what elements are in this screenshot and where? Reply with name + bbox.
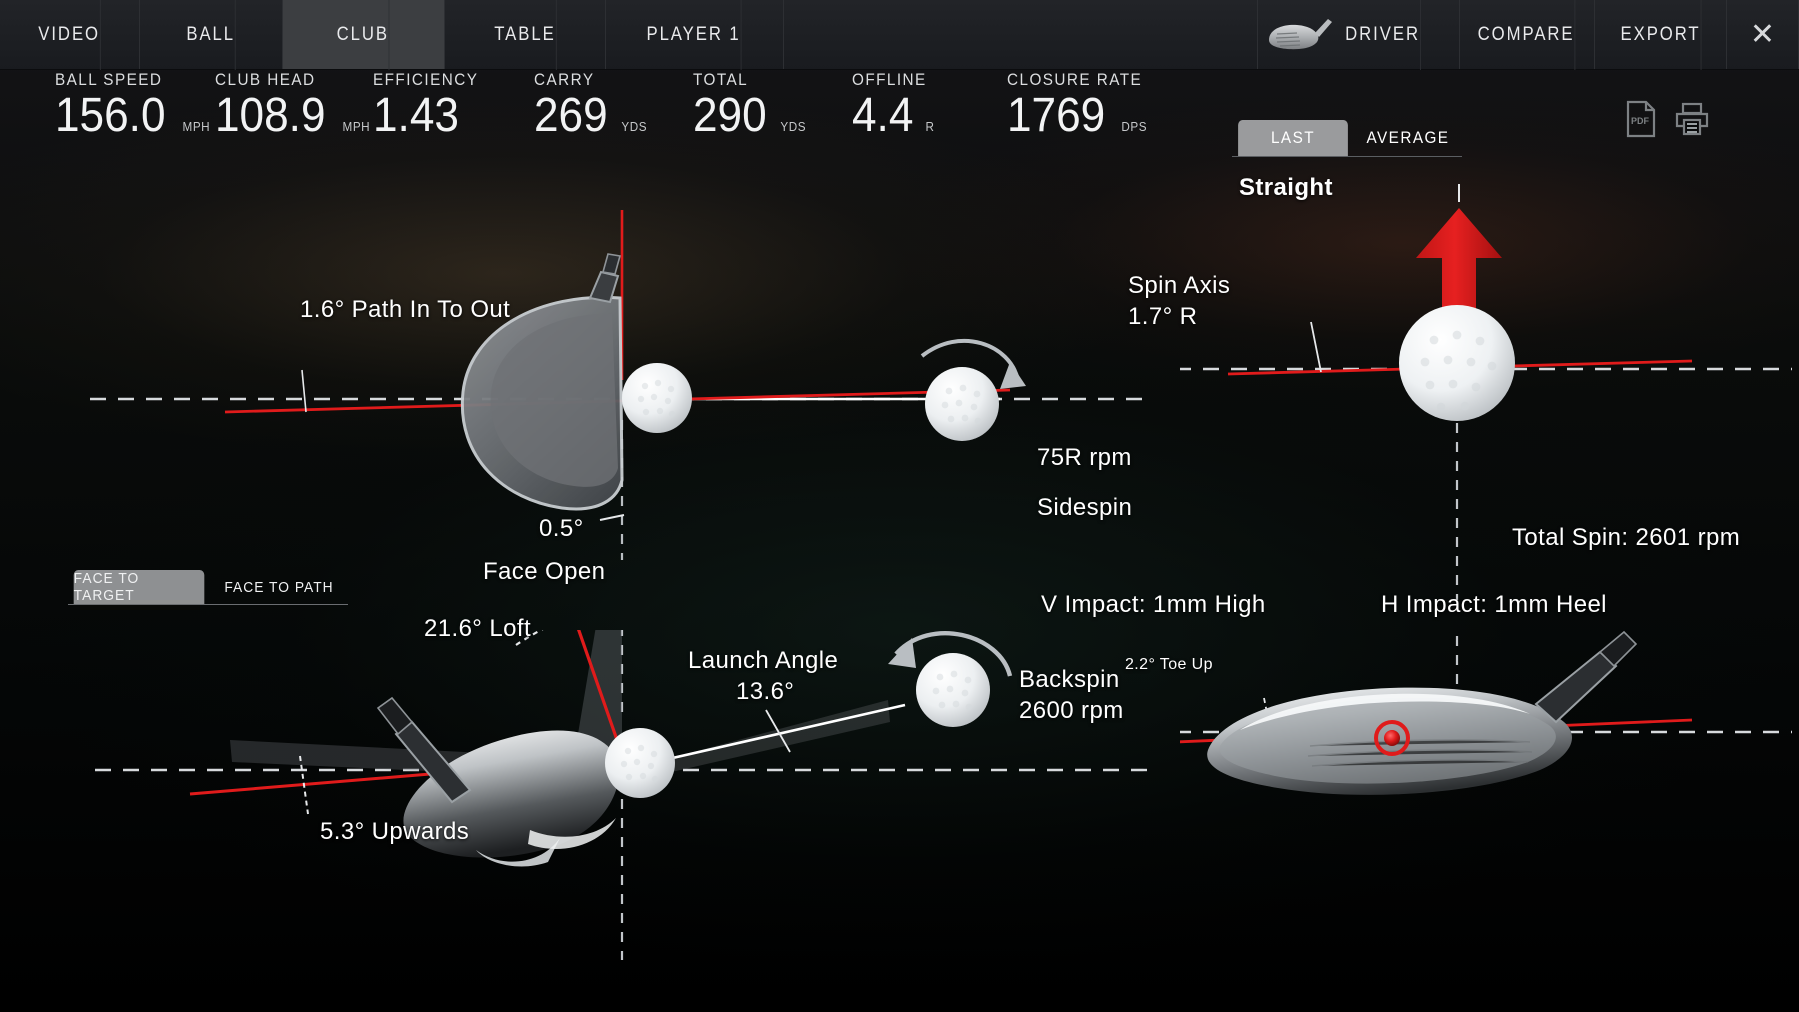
tab-video[interactable]: VIDEO	[0, 0, 140, 70]
stat-ball-speed: BALL SPEED 156.0 MPH	[55, 70, 212, 140]
stat-offline: OFFLINE 4.4 R	[852, 70, 935, 140]
side-on-diagram	[95, 630, 1150, 960]
spin-axis-ball	[1399, 305, 1515, 421]
stat-efficiency-value: 1.43	[373, 89, 459, 142]
tab-club-label: CLUB	[337, 0, 391, 70]
stat-offline-unit: R	[925, 119, 935, 134]
stat-carry-label: CARRY	[534, 70, 595, 89]
loft-label: 21.6° Loft	[424, 615, 532, 642]
compare-button-label: COMPARE	[1478, 0, 1576, 70]
tab-club[interactable]: CLUB	[283, 0, 445, 70]
stat-total-unit: YDS	[780, 119, 807, 134]
club-data-screen: VIDEO BALL CLUB TABLE PLAYER 1 DRIVER CO…	[0, 0, 1799, 1012]
stat-carry: CARRY 269 YDS	[534, 70, 649, 140]
app-header: VIDEO BALL CLUB TABLE PLAYER 1 DRIVER CO…	[0, 0, 1799, 70]
spin-axis-label: Spin Axis	[1128, 272, 1231, 299]
tab-ball-label: BALL	[186, 0, 236, 70]
stat-total: TOTAL 290 YDS	[693, 70, 808, 140]
average-button[interactable]: AVERAGE	[1359, 120, 1456, 156]
driver-head-face-view	[1207, 630, 1638, 795]
stat-efficiency: EFFICIENCY 1.43	[373, 70, 490, 140]
tab-player-1[interactable]: PLAYER 1	[606, 0, 784, 70]
export-button[interactable]: EXPORT	[1595, 0, 1727, 70]
stat-club-head-unit: MPH	[342, 119, 371, 134]
svg-text:PDF: PDF	[1631, 116, 1650, 126]
stat-total-value: 290	[693, 89, 767, 142]
face-to-path-button[interactable]: FACE TO PATH	[216, 570, 343, 604]
close-icon: ✕	[1749, 17, 1776, 51]
panel-side-on-launch: 21.6° Loft Launch Angle 13.6° Backspin 2…	[0, 615, 1180, 1012]
nav-tabs: VIDEO BALL CLUB TABLE PLAYER 1	[0, 0, 784, 70]
backspin-label: Backspin	[1019, 666, 1120, 693]
stats-bar: BALL SPEED 156.0 MPH CLUB HEAD 108.9 MPH…	[0, 70, 1799, 180]
launch-angle-label: Launch Angle	[688, 647, 839, 674]
tab-ball[interactable]: BALL	[140, 0, 283, 70]
stat-offline-label: OFFLINE	[852, 70, 927, 89]
spin-axis-diagram	[1180, 184, 1792, 600]
header-spacer	[784, 0, 1257, 69]
club-path-label: 1.6° Path In To Out	[300, 296, 511, 323]
backspin-arrowhead	[888, 638, 916, 668]
launch-angle-value: 13.6°	[736, 678, 795, 705]
h-impact-label: H Impact: 1mm Heel	[1381, 591, 1607, 618]
stat-club-head-value: 108.9	[215, 89, 326, 142]
face-to-target-label: FACE TO TARGET	[73, 570, 140, 604]
face-to-path-label: FACE TO PATH	[224, 578, 334, 596]
tab-video-label: VIDEO	[38, 0, 101, 70]
panel-impact-lie: V Impact: 1mm High H Impact: 1mm Heel 2.…	[1041, 591, 1799, 1012]
face-reference-toggle: FACE TO TARGET FACE TO PATH	[68, 570, 348, 605]
print-icon[interactable]	[1674, 102, 1710, 136]
panel-top-down-path-face: 1.6° Path In To Out 0.5° Face Open 75R r…	[0, 180, 1180, 630]
export-icon-group: PDF	[1626, 100, 1710, 138]
stat-offline-value: 4.4	[852, 89, 914, 142]
total-spin-label: Total Spin: 2601 rpm	[1512, 524, 1741, 551]
driver-head-top-view	[460, 253, 624, 511]
club-selector[interactable]: DRIVER	[1257, 0, 1460, 70]
face-open-leader	[599, 514, 625, 521]
header-actions: DRIVER COMPARE EXPORT ✕	[1257, 0, 1799, 70]
stat-closure-rate: CLOSURE RATE 1769 DPS	[1007, 70, 1157, 140]
stat-closure-rate-value: 1769	[1007, 89, 1106, 142]
export-button-label: EXPORT	[1620, 0, 1701, 70]
last-average-toggle: LAST AVERAGE	[1232, 120, 1462, 157]
stat-closure-rate-label: CLOSURE RATE	[1007, 70, 1143, 89]
tab-table[interactable]: TABLE	[445, 0, 606, 70]
shot-direction-label: Straight	[1239, 174, 1333, 201]
driver-icon	[1269, 18, 1332, 49]
last-button[interactable]: LAST	[1238, 120, 1348, 156]
stat-club-head-label: CLUB HEAD	[215, 70, 316, 89]
v-impact-label: V Impact: 1mm High	[1041, 591, 1266, 618]
stat-carry-value: 269	[534, 89, 608, 142]
stat-ball-speed-unit: MPH	[182, 119, 211, 134]
average-button-label: AVERAGE	[1366, 128, 1450, 147]
tab-table-label: TABLE	[494, 0, 557, 70]
path-label-leader	[301, 369, 307, 413]
stat-ball-speed-label: BALL SPEED	[55, 70, 163, 89]
stat-ball-speed-value: 156.0	[55, 89, 166, 142]
pdf-icon[interactable]: PDF	[1626, 100, 1656, 138]
spin-axis-value: 1.7° R	[1128, 303, 1198, 330]
face-angle-state: Face Open	[483, 558, 606, 585]
face-to-target-button[interactable]: FACE TO TARGET	[73, 570, 205, 604]
sidespin-label: Sidespin	[1037, 494, 1133, 521]
sidespin-value: 75R rpm	[1037, 444, 1132, 471]
stat-club-head: CLUB HEAD 108.9 MPH	[215, 70, 372, 140]
compare-button[interactable]: COMPARE	[1460, 0, 1595, 70]
panel-spin-axis: Straight Spin Axis 1.7° R Total Spin: 26…	[1128, 174, 1799, 630]
impact-location-dot	[1384, 730, 1400, 746]
lie-angle-label: 2.2° Toe Up	[1125, 656, 1213, 673]
tab-player-1-label: PLAYER 1	[647, 0, 743, 70]
stat-efficiency-label: EFFICIENCY	[373, 70, 479, 89]
stat-total-label: TOTAL	[693, 70, 749, 89]
attack-angle-label: 5.3° Upwards	[320, 818, 470, 845]
stat-closure-rate-unit: DPS	[1121, 119, 1147, 134]
close-button[interactable]: ✕	[1727, 0, 1799, 69]
club-selector-label: DRIVER	[1345, 0, 1421, 70]
face-angle-value: 0.5°	[539, 515, 584, 542]
last-button-label: LAST	[1270, 128, 1316, 147]
spin-axis-leader	[1310, 321, 1322, 373]
backspin-value: 2600 rpm	[1019, 697, 1124, 724]
stat-carry-unit: YDS	[621, 119, 648, 134]
impact-diagram	[1180, 630, 1792, 795]
